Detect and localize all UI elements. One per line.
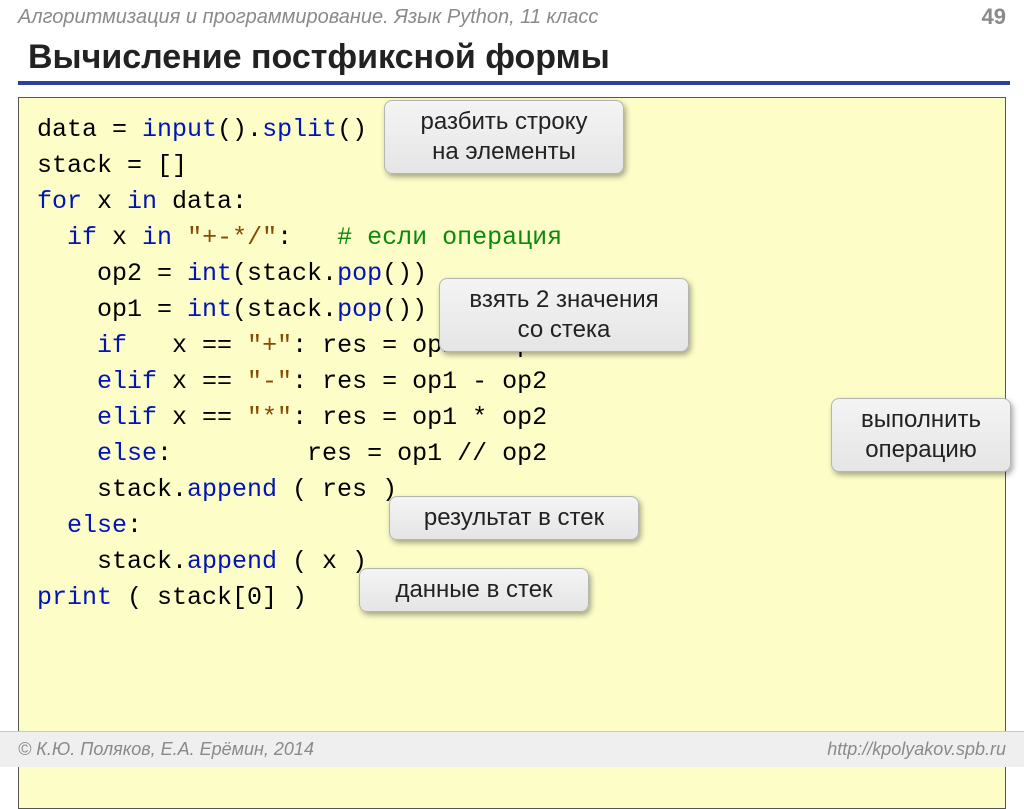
copyright: © К.Ю. Поляков, Е.А. Ерёмин, 2014 xyxy=(18,739,314,760)
slide-footer: © К.Ю. Поляков, Е.А. Ерёмин, 2014 http:/… xyxy=(0,731,1024,767)
callout-split: разбить строкуна элементы xyxy=(384,100,624,174)
course-label: Алгоритмизация и программирование. Язык … xyxy=(18,6,598,29)
footer-url: http://kpolyakov.spb.ru xyxy=(827,739,1006,760)
callout-push-data: данные в стек xyxy=(359,568,589,612)
callout-push-res: результат в стек xyxy=(389,496,639,540)
code-block: data = input().split() stack = [] for x … xyxy=(18,97,1006,809)
slide-header: Алгоритмизация и программирование. Язык … xyxy=(0,0,1024,32)
page-number: 49 xyxy=(982,4,1006,30)
callout-pop: взять 2 значениясо стека xyxy=(439,278,689,352)
slide-title: Вычисление постфиксной формы xyxy=(0,32,1024,81)
callout-op: выполнитьоперацию xyxy=(831,398,1011,472)
title-underline xyxy=(18,81,1010,85)
